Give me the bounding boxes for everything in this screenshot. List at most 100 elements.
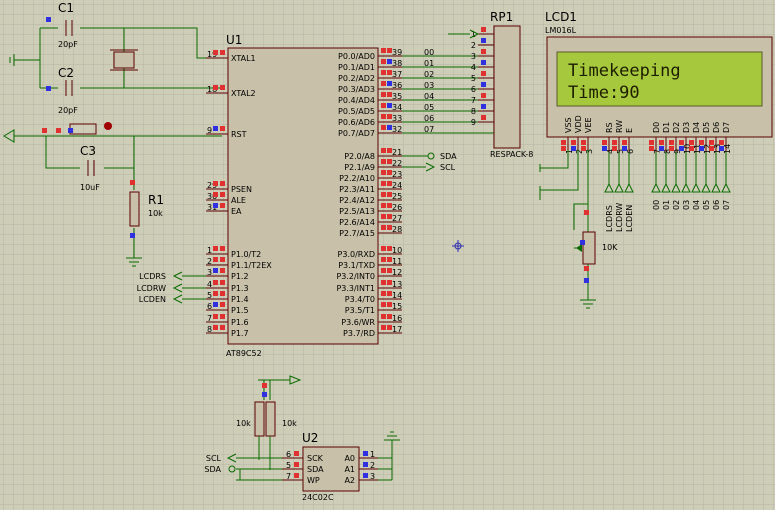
pin-number: 36 (392, 81, 402, 90)
pin-number: 17 (392, 325, 402, 334)
pin-state-marker (387, 181, 392, 186)
pin-state-marker (387, 159, 392, 164)
net-label: SCL (206, 454, 222, 463)
pin-state-marker (220, 268, 225, 273)
pin-name: P2.4/A12 (339, 196, 375, 205)
pin-number: 6 (626, 149, 635, 154)
pin-state-marker (481, 27, 486, 32)
pin-number: 3 (585, 149, 594, 154)
pin-state-marker (381, 302, 386, 307)
pin-state-marker (387, 170, 392, 175)
pin-state-marker (381, 246, 386, 251)
c3-ref: C3 (80, 144, 96, 158)
pin-name: P1.7 (231, 329, 249, 338)
pin-name: D4 (692, 122, 701, 133)
pin-number: 24 (392, 181, 402, 190)
u1-microcontroller[interactable]: U1 AT89C52 19 XTAL118 XTAL29 RST29 PSEN30 ALE… (206, 33, 402, 358)
pin-number: 16 (392, 314, 402, 323)
u1-right-pins: 39 P0.0/AD0 38 P0.1/AD1 37 P0.2/AD2 36 P0.3/AD3… (336, 48, 402, 338)
pin-state-marker (220, 246, 225, 251)
pin-state-marker (481, 104, 486, 109)
reset-button-actuator-icon[interactable] (104, 122, 112, 130)
pin-state-marker (387, 70, 392, 75)
pin-state-marker (669, 140, 674, 145)
net-label: 05 (424, 103, 434, 112)
pin-state-marker (220, 126, 225, 131)
rp1-pin-number: 9 (471, 118, 476, 127)
pin-state-marker (381, 125, 386, 130)
c1-value: 20pF (58, 40, 78, 49)
pin-number: 2 (370, 461, 375, 470)
net-label: SDA (204, 465, 221, 474)
potentiometer[interactable] (582, 231, 596, 265)
pin-state-marker (481, 38, 486, 43)
rp1-pin-number: 5 (471, 74, 476, 83)
crystal-body[interactable] (113, 51, 135, 69)
pin-name: P0.1/AD1 (338, 63, 375, 72)
net-label: LCDRS (139, 272, 166, 281)
rp1-pin-number: 2 (471, 41, 476, 50)
pin-state-marker (381, 314, 386, 319)
pin-state-marker (381, 192, 386, 197)
rp1-pin-number: 6 (471, 85, 476, 94)
pin-marker (46, 17, 51, 22)
pin-state-marker (381, 103, 386, 108)
pin-number: 14 (723, 144, 732, 154)
pin-name: D7 (722, 122, 731, 133)
pin-state-marker (381, 214, 386, 219)
pin-state-marker (387, 246, 392, 251)
pin-number: 1 (370, 450, 375, 459)
pin-name: D1 (662, 122, 671, 133)
pin-marker (68, 128, 73, 133)
rp1-pin-number: 8 (471, 107, 476, 116)
net-label: LCDRW (137, 284, 166, 293)
pin-name: P2.5/A13 (339, 207, 375, 216)
pin-state-marker (387, 268, 392, 273)
pin-state-marker (622, 146, 627, 151)
pin-state-marker (381, 92, 386, 97)
pin-state-marker (213, 325, 218, 330)
pin-name: RST (231, 130, 247, 139)
pin-name: P2.6/A14 (339, 218, 375, 227)
pin-state-marker (602, 146, 607, 151)
pin-state-marker (220, 302, 225, 307)
pin-name: D0 (652, 122, 661, 133)
pin-number: 15 (392, 302, 402, 311)
pin-number: 23 (392, 170, 402, 179)
pin-name: P3.1/TXD (338, 261, 375, 270)
pin-number: 10 (392, 246, 402, 255)
pin-state-marker (387, 257, 392, 262)
u1-part: AT89C52 (226, 349, 262, 358)
pin-state-marker (571, 140, 576, 145)
rp1-pin-number: 4 (471, 63, 476, 72)
pin-state-marker (481, 93, 486, 98)
r1-ref: R1 (148, 193, 164, 207)
pin-state-marker (481, 49, 486, 54)
pin-name: P3.2/INT0 (336, 272, 375, 281)
pin-number: 26 (392, 203, 402, 212)
pin-state-marker (387, 81, 392, 86)
pin-name: A2 (344, 476, 355, 485)
pin-state-marker (220, 291, 225, 296)
pin-state-marker (387, 92, 392, 97)
pin-state-marker (679, 146, 684, 151)
pin-state-marker (387, 192, 392, 197)
pin-name: P1.1/T2EX (231, 261, 272, 270)
pin-number: 39 (392, 48, 402, 57)
schematic-canvas[interactable]: C1 20pF C2 20pF C3 10uF R1 10k U1 AT89C5… (0, 0, 775, 510)
pin-number: 3 (370, 472, 375, 481)
pin-number: 7 (286, 472, 291, 481)
pin-name: P2.0/A8 (344, 152, 375, 161)
c2-ref: C2 (58, 66, 74, 80)
pin-state-marker (387, 325, 392, 330)
pin-marker (130, 180, 135, 185)
net-label: 07 (722, 200, 731, 210)
u1-ref: U1 (226, 33, 242, 47)
net-label: LCDRS (605, 205, 614, 232)
pin-name: P3.3/INT1 (336, 284, 375, 293)
pin-state-marker (709, 146, 714, 151)
pin-state-marker (481, 60, 486, 65)
net-label: 02 (424, 70, 434, 79)
pin-state-marker (387, 48, 392, 53)
pin-name: E (625, 128, 634, 133)
